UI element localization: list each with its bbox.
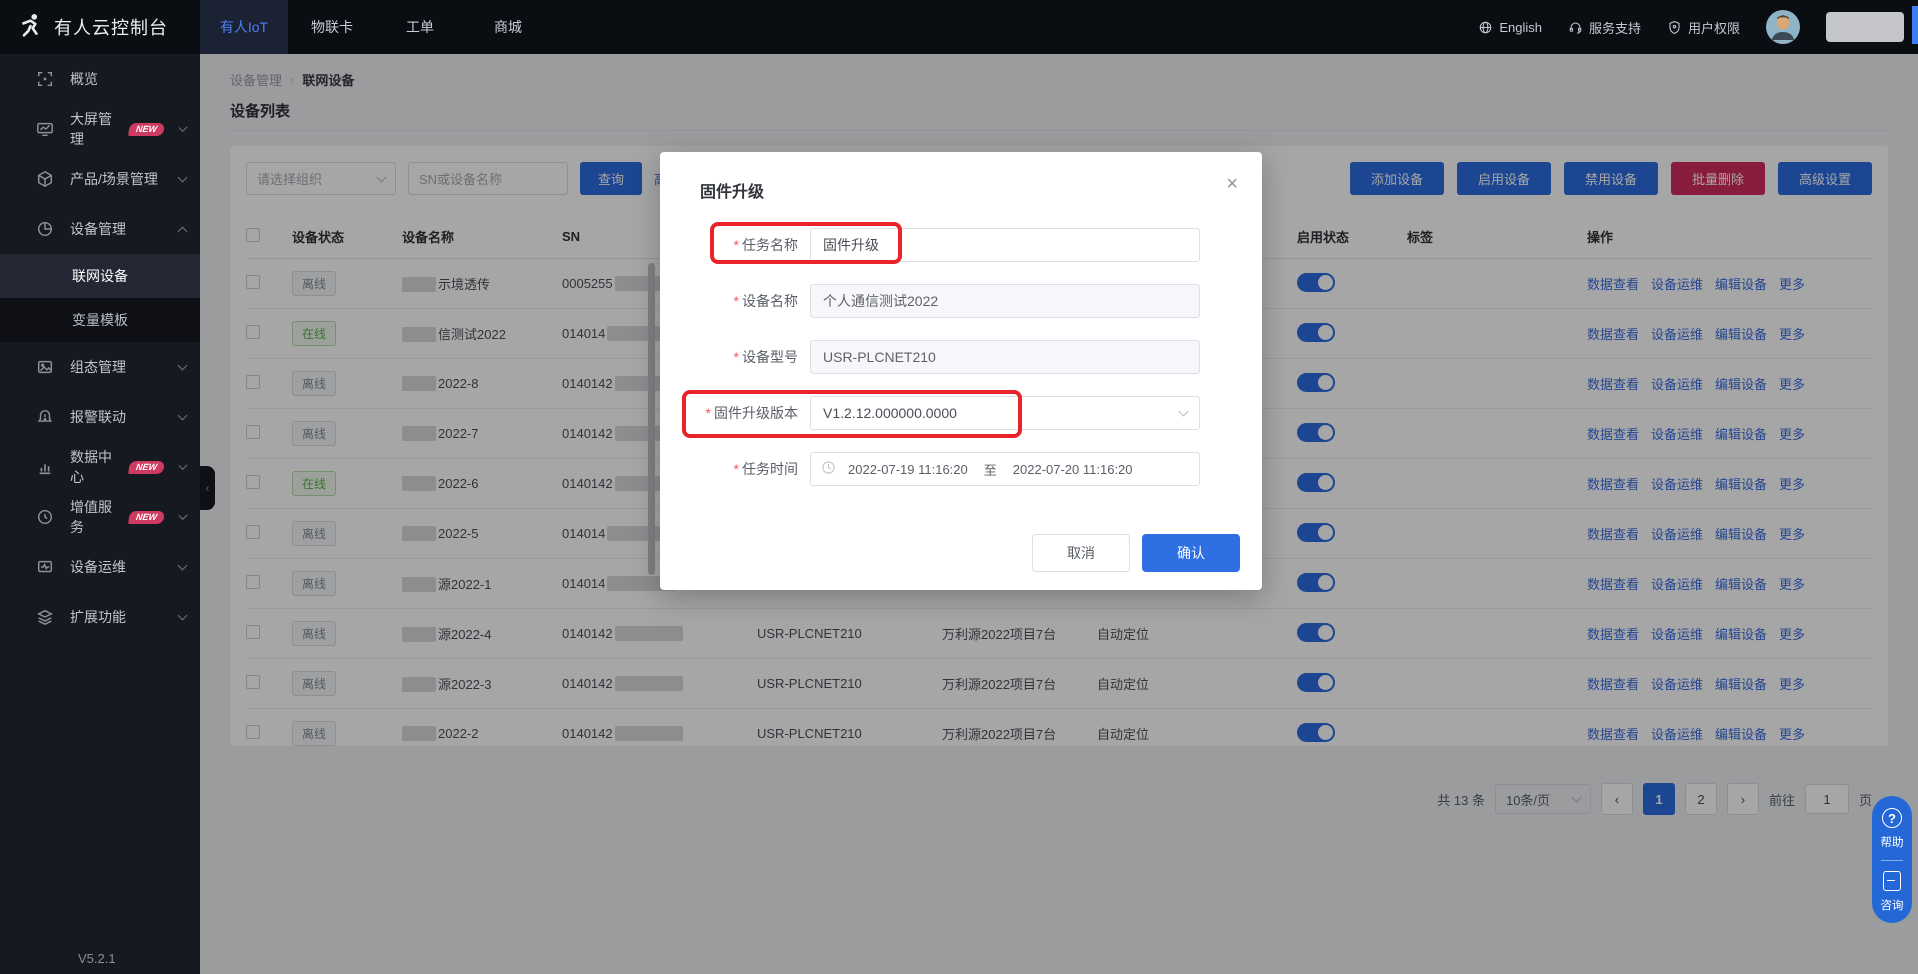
sidebar-item-scada-mgmt[interactable]: 组态管理 [0, 342, 200, 392]
required-asterisk: * [734, 237, 739, 253]
new-badge: NEW [128, 511, 165, 524]
required-asterisk: * [734, 349, 739, 365]
sidebar-item-data-center[interactable]: 数据中心 NEW [0, 442, 200, 492]
clock-icon [821, 460, 848, 478]
top-nav-tabs: 有人IoT物联卡工单商城 [200, 0, 552, 54]
app-version: V5.2.1 [78, 951, 116, 966]
sidebar-item-alarm-linkage[interactable]: 报警联动 [0, 392, 200, 442]
floating-help-panel: ? 帮助 咨询 [1872, 796, 1912, 923]
overview-icon [36, 70, 54, 88]
chevron-down-icon [178, 123, 187, 132]
required-asterisk: * [706, 405, 711, 421]
form-row-device-name: *设备名称个人通信测试2022 [660, 284, 1262, 318]
sidebar-item-extended-functions[interactable]: 扩展功能 [0, 592, 200, 642]
pie-icon [36, 220, 54, 238]
task-name-input[interactable]: 固件升级 [810, 228, 1200, 262]
usr-person-icon [18, 12, 44, 43]
bell-icon [36, 408, 54, 426]
required-asterisk: * [734, 461, 739, 477]
service-support[interactable]: 服务支持 [1568, 18, 1641, 37]
chevron-up-icon [178, 226, 188, 236]
user-avatar[interactable] [1766, 10, 1800, 44]
new-badge: NEW [128, 461, 165, 474]
chevron-down-icon [1179, 407, 1189, 417]
dialog-title: 固件升级 [700, 178, 764, 202]
help-label[interactable]: 帮助 [1881, 834, 1904, 850]
task-time-range-picker[interactable]: 2022-07-19 11:16:20 至 2022-07-20 11:16:2… [810, 452, 1200, 486]
topbar: 有人云控制台 有人IoT物联卡工单商城 English 服务支持 用户权限 [0, 0, 1918, 54]
user-permission[interactable]: 用户权限 [1667, 18, 1740, 37]
image-icon [36, 358, 54, 376]
sidebar-item-product-scene-mgmt[interactable]: 产品/场景管理 [0, 154, 200, 204]
divider [1881, 860, 1903, 861]
shield-icon [1667, 20, 1682, 35]
chevron-down-icon [178, 611, 188, 621]
sidebar-item-value-added-service[interactable]: 增值服务 NEW [0, 492, 200, 542]
close-icon[interactable]: × [1226, 174, 1238, 194]
tab-work-order[interactable]: 工单 [376, 0, 464, 54]
scrollbar-thumb[interactable] [1912, 6, 1918, 44]
help-icon[interactable]: ? [1882, 808, 1902, 828]
range-end: 2022-07-20 11:16:20 [1013, 462, 1133, 477]
confirm-button[interactable]: 确认 [1142, 534, 1240, 572]
sidebar-item-device-ops[interactable]: 设备运维 [0, 542, 200, 592]
sidebar-item-overview[interactable]: 概览 [0, 54, 200, 104]
consult-doc-icon[interactable] [1883, 871, 1901, 891]
tab-usr-iot[interactable]: 有人IoT [200, 0, 288, 54]
range-separator: 至 [984, 460, 997, 479]
bars-icon [36, 458, 54, 476]
cancel-button[interactable]: 取消 [1032, 534, 1130, 572]
device-model-input: USR-PLCNET210 [810, 340, 1200, 374]
clock-circle-icon [36, 508, 54, 526]
form-row-firmware-version: *固件升级版本V1.2.12.000000.0000 [660, 396, 1262, 430]
sidebar: 概览 大屏管理 NEW 产品/场景管理 设备管理 联网设备变量模板 组态管理 报… [0, 54, 200, 974]
globe-icon [1478, 20, 1493, 35]
firmware-version-select[interactable]: V1.2.12.000000.0000 [810, 396, 1200, 430]
language-switch[interactable]: English [1478, 20, 1542, 35]
tab-mall[interactable]: 商城 [464, 0, 552, 54]
chevron-down-icon [178, 361, 188, 371]
layers-icon [36, 608, 54, 626]
logo-text: 有人云控制台 [54, 14, 168, 40]
device-name-input: 个人通信测试2022 [810, 284, 1200, 318]
sidebar-item-screen-mgmt[interactable]: 大屏管理 NEW [0, 104, 200, 154]
sidebar-item-device-mgmt[interactable]: 设备管理 [0, 204, 200, 254]
chevron-down-icon [178, 561, 188, 571]
form-row-device-model: *设备型号USR-PLCNET210 [660, 340, 1262, 374]
chevron-down-icon [178, 173, 188, 183]
form-row-task-name: *任务名称固件升级 [660, 228, 1262, 262]
required-asterisk: * [734, 293, 739, 309]
sidebar-item-networked-devices[interactable]: 联网设备 [0, 254, 200, 298]
consult-label[interactable]: 咨询 [1881, 897, 1904, 913]
screen-icon [36, 120, 54, 138]
headset-icon [1568, 20, 1583, 35]
cube-icon [36, 170, 54, 188]
app-logo: 有人云控制台 [0, 0, 200, 54]
redacted-username [1826, 12, 1904, 42]
chevron-down-icon [178, 461, 187, 470]
range-start: 2022-07-19 11:16:20 [848, 462, 968, 477]
sidebar-item-variable-template[interactable]: 变量模板 [0, 298, 200, 342]
new-badge: NEW [128, 123, 165, 136]
tab-iot-card[interactable]: 物联卡 [288, 0, 376, 54]
form-row-task-time: *任务时间 2022-07-19 11:16:20 至 2022-07-20 1… [660, 452, 1262, 486]
firmware-upgrade-dialog: 固件升级 × *任务名称固件升级 *设备名称个人通信测试2022 *设备型号US… [660, 152, 1262, 590]
chevron-down-icon [178, 411, 188, 421]
chevron-down-icon [178, 511, 187, 520]
ops-icon [36, 558, 54, 576]
